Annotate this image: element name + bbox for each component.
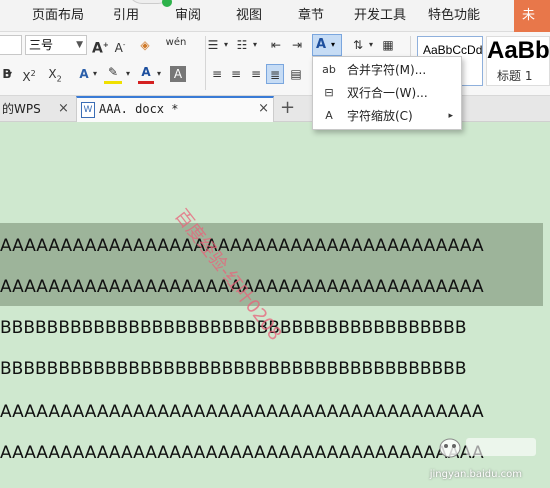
document-line[interactable]: BBBBBBBBBBBBBBBBBBBBBBBBBBBBBBBBBBBBBBBB <box>0 359 467 379</box>
menu-item-label: 字符缩放(C) <box>347 109 413 123</box>
menu-bar: 页面布局 引用 审阅 视图 章节 开发工具 特色功能 未 <box>0 0 550 32</box>
chevron-down-icon[interactable]: ▾ <box>6 64 14 84</box>
chevron-down-icon[interactable]: ▾ <box>367 35 375 55</box>
menu-item-combine-characters[interactable]: ab 合并字符(M)... <box>313 59 461 81</box>
font-size-value: 三号 <box>29 38 54 52</box>
new-tab-icon[interactable]: + <box>280 96 295 120</box>
menu-page-layout[interactable]: 页面布局 <box>32 0 84 32</box>
chevron-down-icon[interactable]: ▾ <box>222 35 230 55</box>
style-preview: AaBbCcDd <box>423 43 483 57</box>
chevron-down-icon: ▾ <box>331 40 336 49</box>
menu-view[interactable]: 视图 <box>236 0 262 32</box>
menu-item-character-scaling[interactable]: A 字符缩放(C) ▸ <box>313 105 461 127</box>
char-shading-icon[interactable]: A <box>170 66 186 82</box>
numbered-list-icon[interactable]: ☷ <box>234 35 250 55</box>
document-line[interactable]: AAAAAAAAAAAAAAAAAAAAAAAAAAAAAAAAAAAAAAAA <box>0 236 484 256</box>
menu-references[interactable]: 引用 <box>113 0 139 32</box>
status-dot-icon <box>162 0 172 7</box>
justify-icon[interactable]: ≣ <box>266 64 284 84</box>
table-grid-icon[interactable]: ▦ <box>380 35 396 55</box>
chevron-down-icon[interactable]: ▾ <box>91 64 99 84</box>
submenu-arrow-icon: ▸ <box>448 111 453 121</box>
chinese-layout-button[interactable]: A ▾ <box>312 34 342 56</box>
decrease-indent-icon[interactable]: ⇤ <box>268 35 284 55</box>
shrink-font-icon[interactable]: A- <box>112 35 128 55</box>
chevron-down-icon: ▼ <box>76 40 83 50</box>
document-tab-bar: 的WPS × W AAA. docx * × + <box>0 96 550 122</box>
document-line[interactable]: BBBBBBBBBBBBBBBBBBBBBBBBBBBBBBBBBBBBBBBB <box>0 318 467 338</box>
phonetic-guide-icon[interactable]: wén <box>163 33 189 53</box>
increase-indent-icon[interactable]: ⇥ <box>289 35 305 55</box>
menu-item-label: 合并字符(M)... <box>347 63 427 77</box>
menu-unregistered[interactable]: 未 <box>514 0 550 32</box>
menu-item-label: 双行合一(W)... <box>347 86 428 100</box>
close-icon[interactable]: × <box>58 96 69 122</box>
clear-format-icon[interactable]: ◈ <box>137 35 153 55</box>
document-line[interactable]: AAAAAAAAAAAAAAAAAAAAAAAAAAAAAAAAAAAAAAAA <box>0 402 484 422</box>
align-right-icon[interactable]: ≡ <box>248 64 264 84</box>
document-line[interactable]: AAAAAAAAAAAAAAAAAAAAAAAAAAAAAAAAAAAAAAAA <box>0 443 484 463</box>
ribbon-separator <box>205 36 206 90</box>
char-scale-icon: A <box>325 109 333 122</box>
close-icon[interactable]: × <box>258 98 269 120</box>
ribbon-toolbar: 三号 ▼ A+ A- ◈ wén ☰ ▾ ☷ ▾ ⇤ ⇥ A ▾ ⇅ ▾ ▦ B… <box>0 32 550 96</box>
text-effect-icon[interactable]: A <box>76 64 92 84</box>
align-center-icon[interactable]: ≡ <box>228 64 244 84</box>
menu-section[interactable]: 章节 <box>298 0 324 32</box>
grow-font-icon[interactable]: A+ <box>92 35 109 57</box>
chevron-down-icon[interactable]: ▾ <box>155 64 163 84</box>
bullet-list-icon[interactable]: ☰ <box>205 35 221 55</box>
style-heading-1[interactable]: AaBb 标题 1 <box>486 36 550 86</box>
chinese-layout-dropdown: ab 合并字符(M)... ⊟ 双行合一(W)... A 字符缩放(C) ▸ <box>312 56 462 130</box>
subscript-icon[interactable]: X2 <box>46 64 64 84</box>
tab-label: AAA. docx * <box>99 102 179 116</box>
distributed-icon[interactable]: ▤ <box>287 64 305 84</box>
menu-special-features[interactable]: 特色功能 <box>428 0 480 32</box>
document-area[interactable]: AAAAAAAAAAAAAAAAAAAAAAAAAAAAAAAAAAAAAAAA… <box>0 123 550 488</box>
menu-review[interactable]: 审阅 <box>175 0 201 32</box>
highlight-icon[interactable]: ✎ <box>104 64 122 84</box>
style-name: 标题 1 <box>497 69 533 83</box>
watermark-site: jingyan.baidu.com <box>429 469 522 480</box>
chevron-down-icon[interactable]: ▾ <box>124 64 132 84</box>
style-preview: AaBb <box>487 37 550 64</box>
chinese-layout-icon: A <box>316 37 327 52</box>
baidu-jingyan-logo-icon <box>439 438 536 458</box>
sort-icon[interactable]: ⇅ <box>350 35 366 55</box>
two-lines-icon: ⊟ <box>324 86 334 99</box>
superscript-icon[interactable]: X2 <box>20 64 38 84</box>
menu-item-two-lines-in-one[interactable]: ⊟ 双行合一(W)... <box>313 82 461 104</box>
chevron-down-icon[interactable]: ▾ <box>251 35 259 55</box>
font-name-combo[interactable] <box>0 35 22 55</box>
combine-chars-icon: ab <box>322 63 336 76</box>
font-color-icon[interactable]: A <box>138 64 154 84</box>
menu-developer[interactable]: 开发工具 <box>354 0 406 32</box>
document-icon: W <box>81 102 95 118</box>
tab-active-document[interactable]: W AAA. docx * × <box>76 96 274 122</box>
tab-label: 的WPS <box>2 102 41 116</box>
font-size-combo[interactable]: 三号 ▼ <box>25 35 87 55</box>
align-left-icon[interactable]: ≡ <box>209 64 225 84</box>
